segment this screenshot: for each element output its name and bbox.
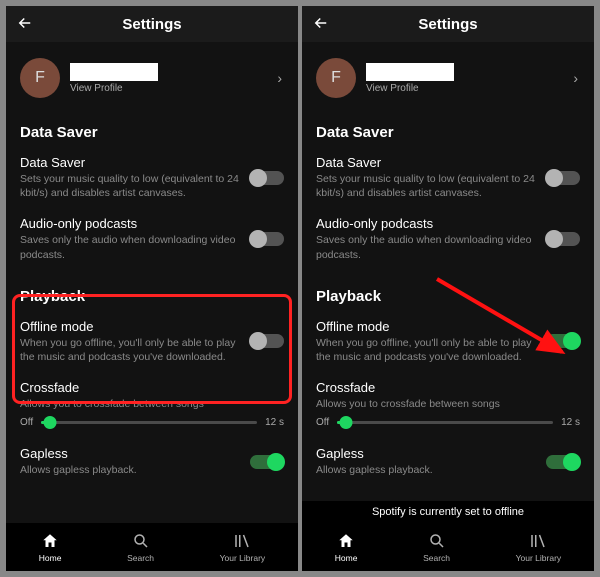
phone-left: Settings F View Profile › Data Saver Dat… (6, 6, 298, 571)
slider-max-label: 12 s (561, 417, 580, 428)
bottom-nav: Home Search Your Library (6, 523, 298, 571)
row-audio-only[interactable]: Audio-only podcasts Saves only the audio… (20, 208, 284, 269)
profile-row[interactable]: F View Profile › (20, 42, 284, 106)
offline-toggle[interactable] (250, 334, 284, 348)
header: Settings (302, 6, 594, 42)
gapless-toggle[interactable] (546, 455, 580, 469)
home-icon (40, 531, 60, 551)
data-saver-toggle[interactable] (546, 171, 580, 185)
phone-right: Settings F View Profile › Data Saver Dat… (302, 6, 594, 571)
row-offline[interactable]: Offline mode When you go offline, you'll… (20, 311, 284, 372)
crossfade-title: Crossfade (316, 380, 580, 395)
view-profile-label: View Profile (70, 83, 158, 94)
nav-library[interactable]: Your Library (516, 531, 562, 563)
crossfade-title: Crossfade (20, 380, 284, 395)
nav-search[interactable]: Search (423, 531, 450, 563)
library-icon (232, 531, 252, 551)
username-redacted (70, 63, 158, 81)
nav-home[interactable]: Home (335, 531, 358, 563)
gapless-title: Gapless (20, 446, 240, 461)
nav-home-label: Home (39, 553, 62, 563)
offline-desc: When you go offline, you'll only be able… (316, 336, 536, 364)
back-icon[interactable] (16, 14, 34, 37)
section-playback: Playback (20, 270, 284, 311)
nav-search-label: Search (423, 553, 450, 563)
section-playback: Playback (316, 270, 580, 311)
search-icon (427, 531, 447, 551)
section-data-saver: Data Saver (20, 106, 284, 147)
gapless-desc: Allows gapless playback. (316, 463, 536, 477)
row-data-saver[interactable]: Data Saver Sets your music quality to lo… (316, 147, 580, 208)
nav-search[interactable]: Search (127, 531, 154, 563)
slider-track[interactable] (41, 421, 257, 424)
offline-toast: Spotify is currently set to offline (302, 501, 594, 523)
nav-home-label: Home (335, 553, 358, 563)
section-data-saver: Data Saver (316, 106, 580, 147)
data-saver-toggle[interactable] (250, 171, 284, 185)
offline-title: Offline mode (20, 319, 240, 334)
username-redacted (366, 63, 454, 81)
header: Settings (6, 6, 298, 42)
view-profile-label: View Profile (366, 83, 454, 94)
profile-row[interactable]: F View Profile › (316, 42, 580, 106)
audio-only-toggle[interactable] (250, 232, 284, 246)
slider-track[interactable] (337, 421, 553, 424)
offline-title: Offline mode (316, 319, 536, 334)
page-title: Settings (122, 16, 181, 33)
data-saver-title: Data Saver (316, 155, 536, 170)
search-icon (131, 531, 151, 551)
avatar: F (316, 58, 356, 98)
offline-desc: When you go offline, you'll only be able… (20, 336, 240, 364)
row-audio-only[interactable]: Audio-only podcasts Saves only the audio… (316, 208, 580, 269)
crossfade-slider[interactable]: Off 12 s (316, 413, 580, 438)
page-title: Settings (418, 16, 477, 33)
audio-only-title: Audio-only podcasts (20, 216, 240, 231)
audio-only-desc: Saves only the audio when downloading vi… (316, 233, 536, 261)
slider-off-label: Off (316, 417, 329, 428)
nav-home[interactable]: Home (39, 531, 62, 563)
crossfade-desc: Allows you to crossfade between songs (316, 397, 580, 411)
row-gapless[interactable]: Gapless Allows gapless playback. (316, 438, 580, 485)
avatar: F (20, 58, 60, 98)
gapless-toggle[interactable] (250, 455, 284, 469)
scroll-content: F View Profile › Data Saver Data Saver S… (6, 42, 298, 523)
bottom-nav: Home Search Your Library (302, 523, 594, 571)
row-crossfade: Crossfade Allows you to crossfade betwee… (316, 372, 580, 413)
chevron-right-icon: › (277, 70, 282, 86)
row-gapless[interactable]: Gapless Allows gapless playback. (20, 438, 284, 485)
nav-library[interactable]: Your Library (220, 531, 266, 563)
nav-search-label: Search (127, 553, 154, 563)
data-saver-desc: Sets your music quality to low (equivale… (20, 172, 240, 200)
data-saver-desc: Sets your music quality to low (equivale… (316, 172, 536, 200)
gapless-desc: Allows gapless playback. (20, 463, 240, 477)
crossfade-desc: Allows you to crossfade between songs (20, 397, 284, 411)
row-data-saver[interactable]: Data Saver Sets your music quality to lo… (20, 147, 284, 208)
audio-only-toggle[interactable] (546, 232, 580, 246)
home-icon (336, 531, 356, 551)
row-crossfade: Crossfade Allows you to crossfade betwee… (20, 372, 284, 413)
slider-thumb[interactable] (339, 416, 352, 429)
scroll-content: F View Profile › Data Saver Data Saver S… (302, 42, 594, 523)
slider-off-label: Off (20, 417, 33, 428)
row-offline[interactable]: Offline mode When you go offline, you'll… (316, 311, 580, 372)
slider-max-label: 12 s (265, 417, 284, 428)
chevron-right-icon: › (573, 70, 578, 86)
offline-toggle[interactable] (546, 334, 580, 348)
back-icon[interactable] (312, 14, 330, 37)
nav-library-label: Your Library (220, 553, 266, 563)
nav-library-label: Your Library (516, 553, 562, 563)
slider-thumb[interactable] (43, 416, 56, 429)
crossfade-slider[interactable]: Off 12 s (20, 413, 284, 438)
gapless-title: Gapless (316, 446, 536, 461)
data-saver-title: Data Saver (20, 155, 240, 170)
audio-only-title: Audio-only podcasts (316, 216, 536, 231)
library-icon (528, 531, 548, 551)
audio-only-desc: Saves only the audio when downloading vi… (20, 233, 240, 261)
